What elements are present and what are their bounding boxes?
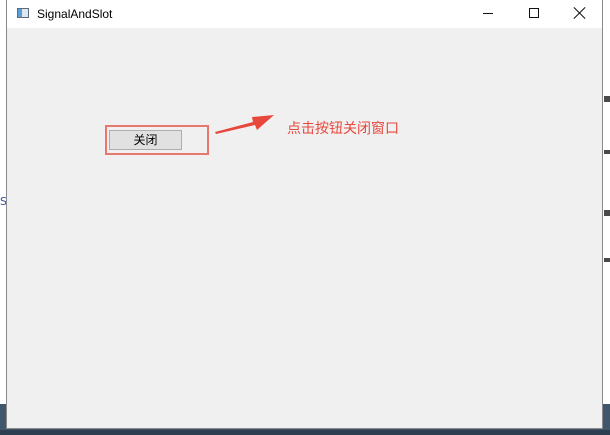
maximize-button[interactable] <box>511 0 557 28</box>
arrow-right-icon <box>215 115 274 134</box>
background-marker <box>604 258 610 262</box>
background-taskbar-strip <box>0 430 610 435</box>
annotation-text: 点击按钮关闭窗口 <box>287 121 399 137</box>
close-button[interactable]: 关闭 <box>109 130 182 150</box>
background-window-edge <box>603 0 610 435</box>
background-marker <box>604 210 610 216</box>
window-title: SignalAndSlot <box>37 7 113 21</box>
background-marker <box>604 96 610 102</box>
app-window: SignalAndSlot 关闭 点击按钮关闭窗口 <box>6 0 603 429</box>
background-marker <box>604 150 610 154</box>
close-icon <box>574 7 586 19</box>
close-window-button[interactable] <box>557 0 603 28</box>
minimize-button[interactable] <box>465 0 511 28</box>
maximize-icon <box>529 8 539 18</box>
title-bar[interactable]: SignalAndSlot <box>7 0 602 28</box>
window-app-icon[interactable] <box>17 8 29 18</box>
minimize-icon <box>483 13 493 14</box>
